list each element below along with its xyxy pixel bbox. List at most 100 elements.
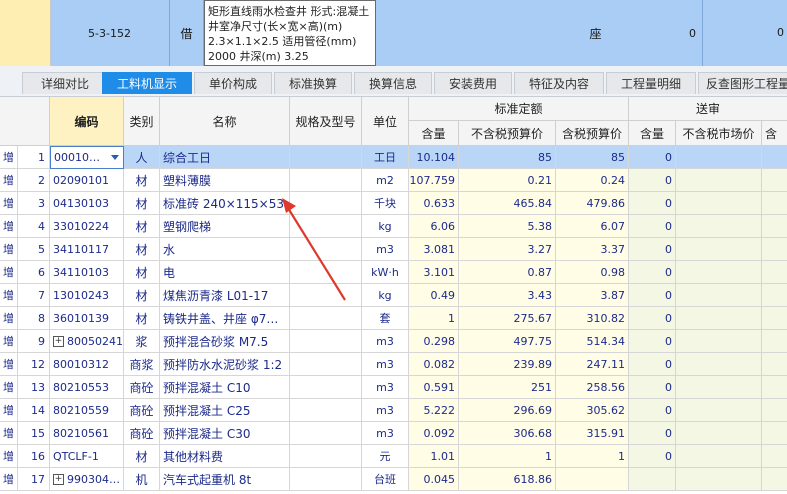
row-std-qty[interactable]: 3.081: [409, 238, 459, 261]
row-code[interactable]: 80210553: [50, 376, 124, 399]
row-std-price-ex-tax[interactable]: 85: [459, 146, 556, 169]
table-row[interactable]: 增 16 QTCLF-1 材其他材料费 元 1.01 1 1 0: [0, 445, 787, 468]
row-rev-price-in-tax[interactable]: [762, 215, 787, 238]
row-unit[interactable]: 千块: [362, 192, 409, 215]
row-std-price-in-tax[interactable]: 1: [556, 445, 629, 468]
row-spec[interactable]: [290, 215, 362, 238]
row-rev-price-ex-tax[interactable]: [676, 169, 762, 192]
table-row[interactable]: 增 8 36010139 材铸铁井盖、井座 φ7… 套 1 275.67 310.82 0: [0, 307, 787, 330]
row-code[interactable]: 02090101: [50, 169, 124, 192]
row-unit[interactable]: 元: [362, 445, 409, 468]
row-std-price-ex-tax[interactable]: 5.38: [459, 215, 556, 238]
row-std-qty[interactable]: 1: [409, 307, 459, 330]
row-rev-qty[interactable]: 0: [629, 284, 676, 307]
table-row[interactable]: 增 4 33010224 材塑钢爬梯 kg 6.06 5.38 6.07 0: [0, 215, 787, 238]
row-spec[interactable]: [290, 192, 362, 215]
row-name[interactable]: 预拌防水水泥砂浆 1:2: [160, 353, 290, 376]
row-std-qty[interactable]: 0.591: [409, 376, 459, 399]
row-std-price-ex-tax[interactable]: 251: [459, 376, 556, 399]
row-std-price-ex-tax[interactable]: 497.75: [459, 330, 556, 353]
row-name[interactable]: 塑料薄膜: [160, 169, 290, 192]
row-kind[interactable]: 商浆: [124, 353, 160, 376]
row-std-qty[interactable]: 0.082: [409, 353, 459, 376]
tab-detail-compare[interactable]: 详细对比: [22, 72, 108, 94]
row-rev-price-ex-tax[interactable]: [676, 376, 762, 399]
row-rev-price-in-tax[interactable]: [762, 445, 787, 468]
row-kind[interactable]: 材: [124, 284, 160, 307]
row-code[interactable]: 80210559: [50, 399, 124, 422]
row-std-price-in-tax[interactable]: 310.82: [556, 307, 629, 330]
row-name[interactable]: 预拌混凝土 C10: [160, 376, 290, 399]
row-unit[interactable]: 套: [362, 307, 409, 330]
row-kind[interactable]: 材: [124, 215, 160, 238]
row-std-qty[interactable]: 5.222: [409, 399, 459, 422]
row-rev-price-in-tax[interactable]: [762, 261, 787, 284]
row-kind[interactable]: 商砼: [124, 376, 160, 399]
row-rev-qty[interactable]: 0: [629, 376, 676, 399]
row-kind[interactable]: 材: [124, 238, 160, 261]
row-rev-price-in-tax[interactable]: [762, 192, 787, 215]
col-header-std-price-ex-tax[interactable]: 不含税预算价: [459, 121, 556, 146]
row-code[interactable]: 00010…: [50, 146, 124, 169]
row-std-price-ex-tax[interactable]: 1: [459, 445, 556, 468]
row-std-price-ex-tax[interactable]: 618.86: [459, 468, 556, 491]
row-kind[interactable]: 材: [124, 192, 160, 215]
row-unit[interactable]: m3: [362, 399, 409, 422]
row-code[interactable]: +990304…: [50, 468, 124, 491]
row-std-price-in-tax[interactable]: 514.34: [556, 330, 629, 353]
row-rev-price-ex-tax[interactable]: [676, 422, 762, 445]
row-std-qty[interactable]: 6.06: [409, 215, 459, 238]
row-spec[interactable]: [290, 353, 362, 376]
row-rev-price-ex-tax[interactable]: [676, 261, 762, 284]
row-rev-price-ex-tax[interactable]: [676, 215, 762, 238]
row-std-price-ex-tax[interactable]: 296.69: [459, 399, 556, 422]
col-header-std-price-in-tax[interactable]: 含税预算价: [556, 121, 629, 146]
row-std-price-ex-tax[interactable]: 0.87: [459, 261, 556, 284]
row-name[interactable]: 预拌混凝土 C30: [160, 422, 290, 445]
row-unit[interactable]: m3: [362, 376, 409, 399]
row-rev-price-ex-tax[interactable]: [676, 192, 762, 215]
row-name[interactable]: 标准砖 240×115×53: [160, 192, 290, 215]
table-row[interactable]: 增 17 +990304… 机汽车式起重机 8t 台班 0.045 618.86: [0, 468, 787, 491]
row-rev-price-in-tax[interactable]: [762, 399, 787, 422]
row-name[interactable]: 综合工日: [160, 146, 290, 169]
row-rev-price-ex-tax[interactable]: [676, 330, 762, 353]
col-header-code[interactable]: 编码: [50, 97, 124, 146]
row-std-qty[interactable]: 0.092: [409, 422, 459, 445]
row-name[interactable]: 电: [160, 261, 290, 284]
table-row[interactable]: 增 5 34110117 材水 m3 3.081 3.27 3.37 0: [0, 238, 787, 261]
row-rev-qty[interactable]: 0: [629, 307, 676, 330]
row-code[interactable]: 33010224: [50, 215, 124, 238]
row-kind[interactable]: 商砼: [124, 422, 160, 445]
row-code[interactable]: 34110103: [50, 261, 124, 284]
row-rev-price-ex-tax[interactable]: [676, 284, 762, 307]
row-rev-qty[interactable]: [629, 468, 676, 491]
row-name[interactable]: 预拌混凝土 C25: [160, 399, 290, 422]
row-unit[interactable]: kg: [362, 215, 409, 238]
row-std-price-ex-tax[interactable]: 306.68: [459, 422, 556, 445]
row-name[interactable]: 汽车式起重机 8t: [160, 468, 290, 491]
row-code[interactable]: +80050241: [50, 330, 124, 353]
row-std-price-in-tax[interactable]: 0.24: [556, 169, 629, 192]
row-std-qty[interactable]: 0.298: [409, 330, 459, 353]
row-std-price-ex-tax[interactable]: 3.27: [459, 238, 556, 261]
tab-conversion-info[interactable]: 换算信息: [354, 72, 432, 94]
row-rev-qty[interactable]: 0: [629, 238, 676, 261]
tab-installation-fee[interactable]: 安装费用: [434, 72, 512, 94]
row-rev-price-ex-tax[interactable]: [676, 399, 762, 422]
row-spec[interactable]: [290, 261, 362, 284]
row-std-price-in-tax[interactable]: 305.62: [556, 399, 629, 422]
row-unit[interactable]: 台班: [362, 468, 409, 491]
row-rev-price-in-tax[interactable]: [762, 169, 787, 192]
row-rev-price-in-tax[interactable]: [762, 376, 787, 399]
row-rev-qty[interactable]: 0: [629, 330, 676, 353]
table-row[interactable]: 增 15 80210561 商砼 预拌混凝土 C30 m3 0.092 306.68 315.9…: [0, 422, 787, 445]
row-rev-qty[interactable]: 0: [629, 192, 676, 215]
row-rev-price-in-tax[interactable]: [762, 146, 787, 169]
row-kind[interactable]: 材: [124, 169, 160, 192]
parent-item-description[interactable]: 矩形直线雨水检查井 形式:混凝土 井室净尺寸(长×宽×高)(m) 2.3×1.1…: [204, 0, 376, 66]
row-code[interactable]: 36010139: [50, 307, 124, 330]
row-unit[interactable]: m3: [362, 422, 409, 445]
row-unit[interactable]: kg: [362, 284, 409, 307]
row-std-price-in-tax[interactable]: 315.91: [556, 422, 629, 445]
